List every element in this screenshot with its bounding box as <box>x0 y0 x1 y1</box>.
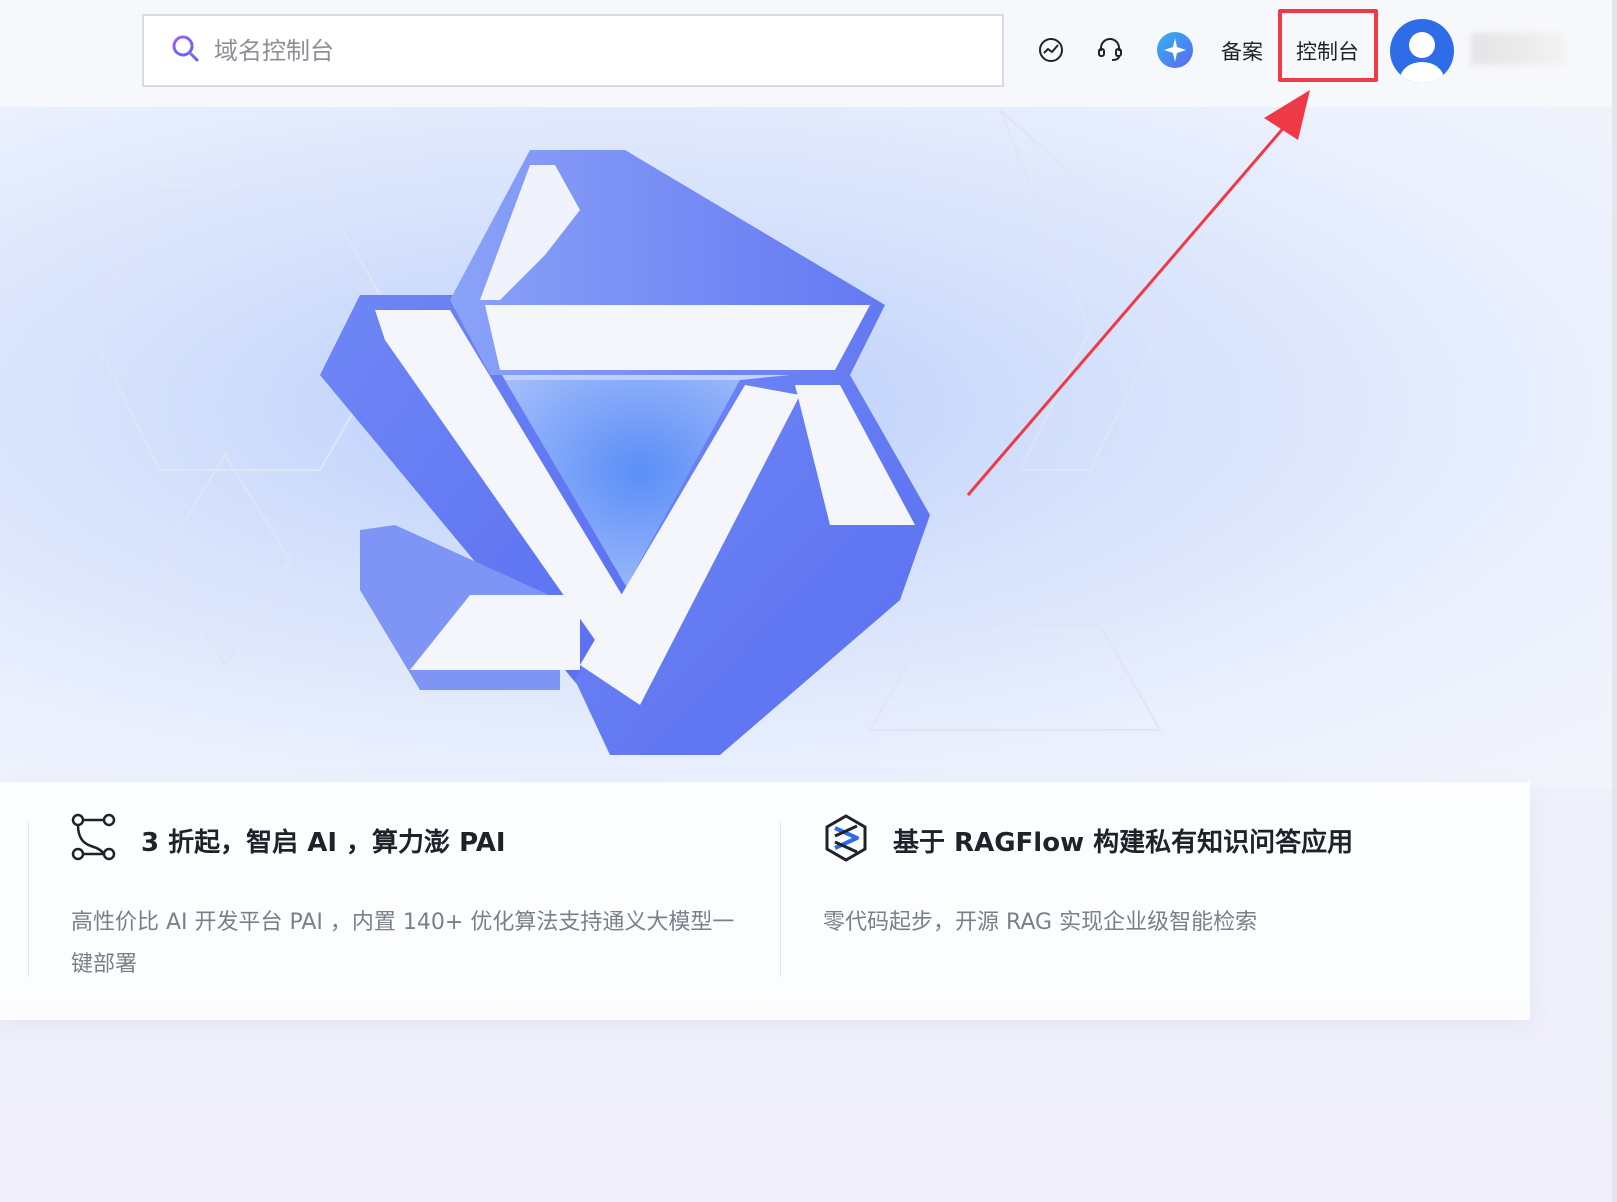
console-highlight-box <box>1278 9 1378 82</box>
card-description: 零代码起步，开源 RAG 实现企业级智能检索 <box>823 910 1258 935</box>
card-description: 高性价比 AI 开发平台 PAI ，内置 140+ 优化算法支持通义大模型一键部… <box>71 910 735 977</box>
search-icon <box>170 33 200 68</box>
top-navigation-bar: 备案 控制台 <box>0 0 1617 107</box>
card-title: 3 折起，智启 AI ，算力澎 PAI <box>141 828 506 858</box>
hero-illustration <box>88 109 1162 755</box>
hero-banner <box>0 107 1617 787</box>
card-title: 基于 RAGFlow 构建私有知识问答应用 <box>893 828 1354 858</box>
username-blurred <box>1471 33 1565 65</box>
promo-card-panel: 3 折起，智启 AI ，算力澎 PAI 高性价比 AI 开发平台 PAI ，内置… <box>0 782 1530 1020</box>
avatar[interactable] <box>1390 19 1454 83</box>
avatar-icon <box>1400 32 1444 83</box>
beian-link[interactable]: 备案 <box>1221 36 1263 66</box>
flow-nodes-icon <box>71 812 117 862</box>
ragflow-logo-icon <box>823 812 869 862</box>
promo-card-ragflow[interactable]: 基于 RAGFlow 构建私有知识问答应用 零代码起步，开源 RAG 实现企业级… <box>780 814 1520 977</box>
headset-icon[interactable] <box>1090 30 1130 70</box>
search-box[interactable] <box>142 14 1004 87</box>
scrollbar[interactable] <box>1612 0 1617 1202</box>
sparkle-icon[interactable] <box>1152 27 1198 73</box>
gauge-icon[interactable] <box>1031 30 1071 70</box>
search-input[interactable] <box>214 36 974 65</box>
promo-card-pai[interactable]: 3 折起，智启 AI ，算力澎 PAI 高性价比 AI 开发平台 PAI ，内置… <box>28 813 780 977</box>
